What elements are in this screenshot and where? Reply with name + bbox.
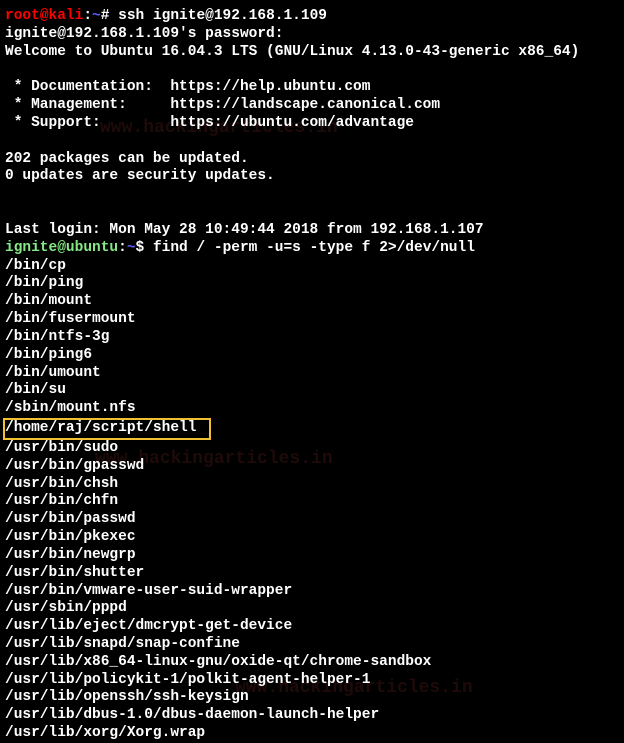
prompt-at: @ xyxy=(40,8,49,24)
documentation-line: * Documentation: https://help.ubuntu.com xyxy=(5,79,619,97)
prompt-hash: # xyxy=(101,8,118,24)
password-prompt: ignite@192.168.1.109's password: xyxy=(5,26,619,44)
result-path: /usr/lib/openssh/ssh-keysign xyxy=(5,689,619,707)
prompt-line-1[interactable]: root@kali:~# ssh ignite@192.168.1.109 xyxy=(5,8,619,26)
results-list-2: /usr/bin/sudo/usr/bin/gpasswd/usr/bin/ch… xyxy=(5,440,619,743)
highlighted-path: /home/raj/script/shell xyxy=(3,418,211,440)
result-path: /usr/lib/policykit-1/polkit-agent-helper… xyxy=(5,672,619,690)
support-line: * Support: https://ubuntu.com/advantage xyxy=(5,115,619,133)
prompt-sep: : xyxy=(83,8,92,24)
result-path: /bin/ping6 xyxy=(5,347,619,365)
prompt2-dollar: $ xyxy=(136,240,153,256)
last-login-line: Last login: Mon May 28 10:49:44 2018 fro… xyxy=(5,222,619,240)
prompt2-path: ~ xyxy=(127,240,136,256)
result-path: /usr/bin/passwd xyxy=(5,511,619,529)
result-path: /usr/bin/vmware-user-suid-wrapper xyxy=(5,583,619,601)
result-path: /usr/bin/pkexec xyxy=(5,529,619,547)
result-path: /usr/bin/gpasswd xyxy=(5,458,619,476)
result-path: /usr/lib/eject/dmcrypt-get-device xyxy=(5,618,619,636)
blank-line-1 xyxy=(5,61,619,79)
ssh-command: ssh ignite@192.168.1.109 xyxy=(118,8,327,24)
result-path: /usr/bin/shutter xyxy=(5,565,619,583)
result-path: /usr/lib/x86_64-linux-gnu/oxide-qt/chrom… xyxy=(5,654,619,672)
prompt2-host: ubuntu xyxy=(66,240,118,256)
blank-line-4 xyxy=(5,204,619,222)
result-path: /usr/bin/newgrp xyxy=(5,547,619,565)
result-path: /usr/lib/snapd/snap-confine xyxy=(5,636,619,654)
result-path: /usr/lib/dbus-1.0/dbus-daemon-launch-hel… xyxy=(5,707,619,725)
result-path: /usr/bin/chsh xyxy=(5,476,619,494)
prompt-line-2[interactable]: ignite@ubuntu:~$ find / -perm -u=s -type… xyxy=(5,240,619,258)
results-list-1: /bin/cp/bin/ping/bin/mount/bin/fusermoun… xyxy=(5,258,619,418)
prompt2-at: @ xyxy=(57,240,66,256)
result-path: /bin/umount xyxy=(5,365,619,383)
management-line: * Management: https://landscape.canonica… xyxy=(5,97,619,115)
result-path: /bin/mount xyxy=(5,293,619,311)
prompt2-sep: : xyxy=(118,240,127,256)
result-path: /bin/fusermount xyxy=(5,311,619,329)
blank-line-2 xyxy=(5,133,619,151)
security-line: 0 updates are security updates. xyxy=(5,168,619,186)
blank-line-3 xyxy=(5,186,619,204)
find-command: find / -perm -u=s -type f 2>/dev/null xyxy=(153,240,475,256)
prompt2-user: ignite xyxy=(5,240,57,256)
result-path: /usr/bin/chfn xyxy=(5,493,619,511)
prompt-path: ~ xyxy=(92,8,101,24)
prompt-host: kali xyxy=(49,8,84,24)
result-path: /usr/bin/sudo xyxy=(5,440,619,458)
result-path: /bin/su xyxy=(5,382,619,400)
result-path: /sbin/mount.nfs xyxy=(5,400,619,418)
result-path: /bin/cp xyxy=(5,258,619,276)
result-path: /bin/ntfs-3g xyxy=(5,329,619,347)
packages-line: 202 packages can be updated. xyxy=(5,151,619,169)
prompt-user: root xyxy=(5,8,40,24)
result-path: /usr/sbin/pppd xyxy=(5,600,619,618)
highlighted-result-line: /home/raj/script/shell xyxy=(5,418,619,440)
result-path: /usr/lib/xorg/Xorg.wrap xyxy=(5,725,619,743)
result-path: /bin/ping xyxy=(5,275,619,293)
welcome-line: Welcome to Ubuntu 16.04.3 LTS (GNU/Linux… xyxy=(5,44,619,62)
